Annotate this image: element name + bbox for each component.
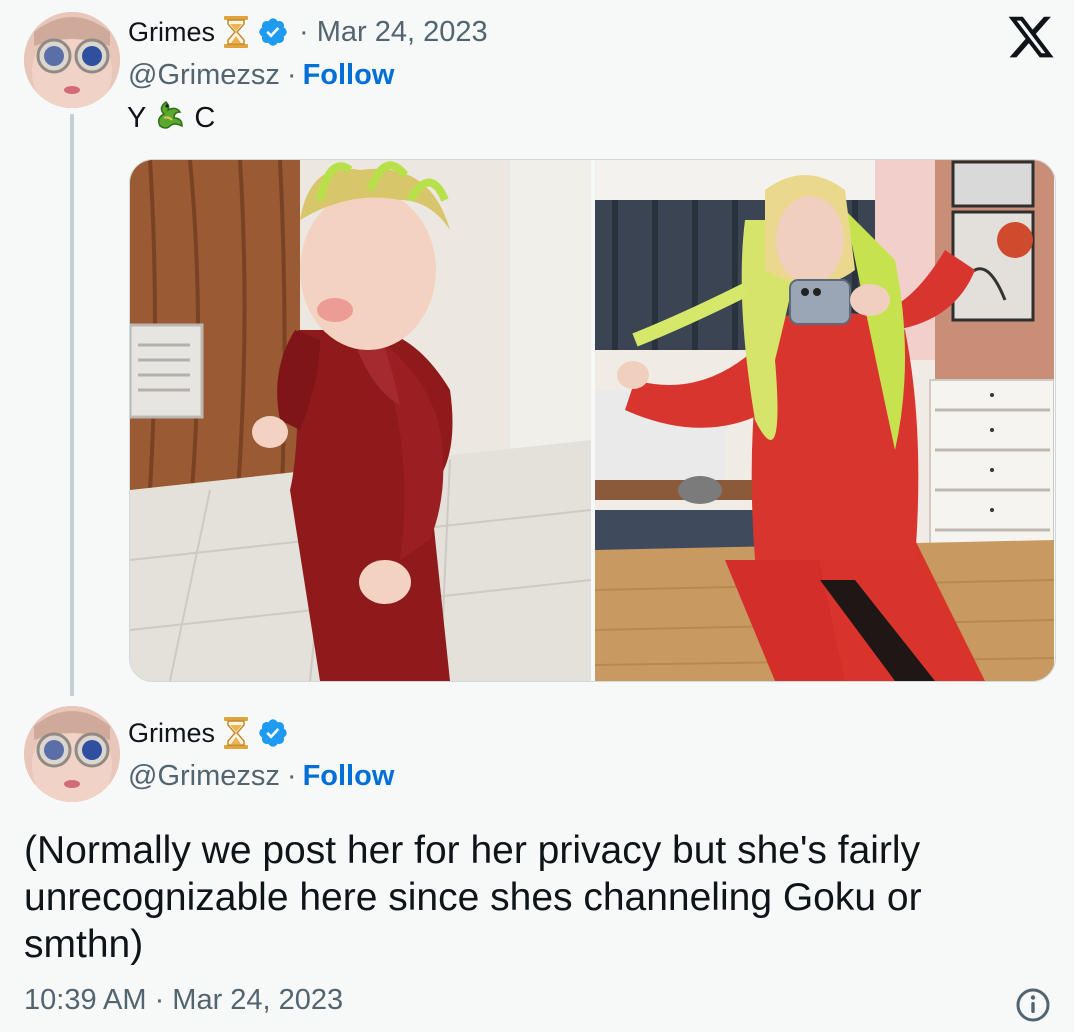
tweet-text: Y C (127, 96, 215, 140)
author-handle[interactable]: @Grimezsz (128, 59, 280, 92)
author-name[interactable]: Grimes (128, 718, 215, 749)
handle-row: @Grimezsz · Follow (128, 55, 394, 95)
author-handle[interactable]: @Grimezsz (128, 760, 280, 793)
verified-badge-icon (257, 16, 289, 48)
handle-separator: · (286, 759, 297, 792)
avatar[interactable] (24, 706, 120, 802)
media-grid (129, 159, 1056, 682)
tweet-text: (Normally we post her for her privacy bu… (24, 829, 922, 966)
thread-connector (70, 114, 74, 696)
avatar[interactable] (24, 12, 120, 108)
photo-woman[interactable] (595, 160, 1054, 681)
dragon-emoji (152, 96, 188, 140)
handle-separator: · (286, 58, 297, 91)
author-row: Grimes (128, 715, 289, 751)
author-row: Grimes · Mar 24, 2023 (128, 14, 488, 50)
hourglass-icon (221, 716, 251, 750)
tweet-date[interactable]: · Mar 24, 2023 (299, 16, 488, 49)
handle-row: @Grimezsz · Follow (128, 756, 394, 796)
x-logo-icon[interactable] (1006, 12, 1056, 62)
verified-badge-icon (257, 717, 289, 749)
author-name[interactable]: Grimes (128, 17, 215, 48)
tweet-text-part: C (194, 101, 216, 134)
follow-button[interactable]: Follow (303, 760, 395, 793)
info-icon[interactable] (1014, 986, 1052, 1024)
follow-button[interactable]: Follow (303, 59, 395, 92)
photo-child[interactable] (130, 160, 591, 681)
hourglass-icon (221, 15, 251, 49)
tweet-text-part: Y (127, 101, 147, 134)
tweet-timestamp[interactable]: 10:39 AM · Mar 24, 2023 (24, 984, 343, 1017)
